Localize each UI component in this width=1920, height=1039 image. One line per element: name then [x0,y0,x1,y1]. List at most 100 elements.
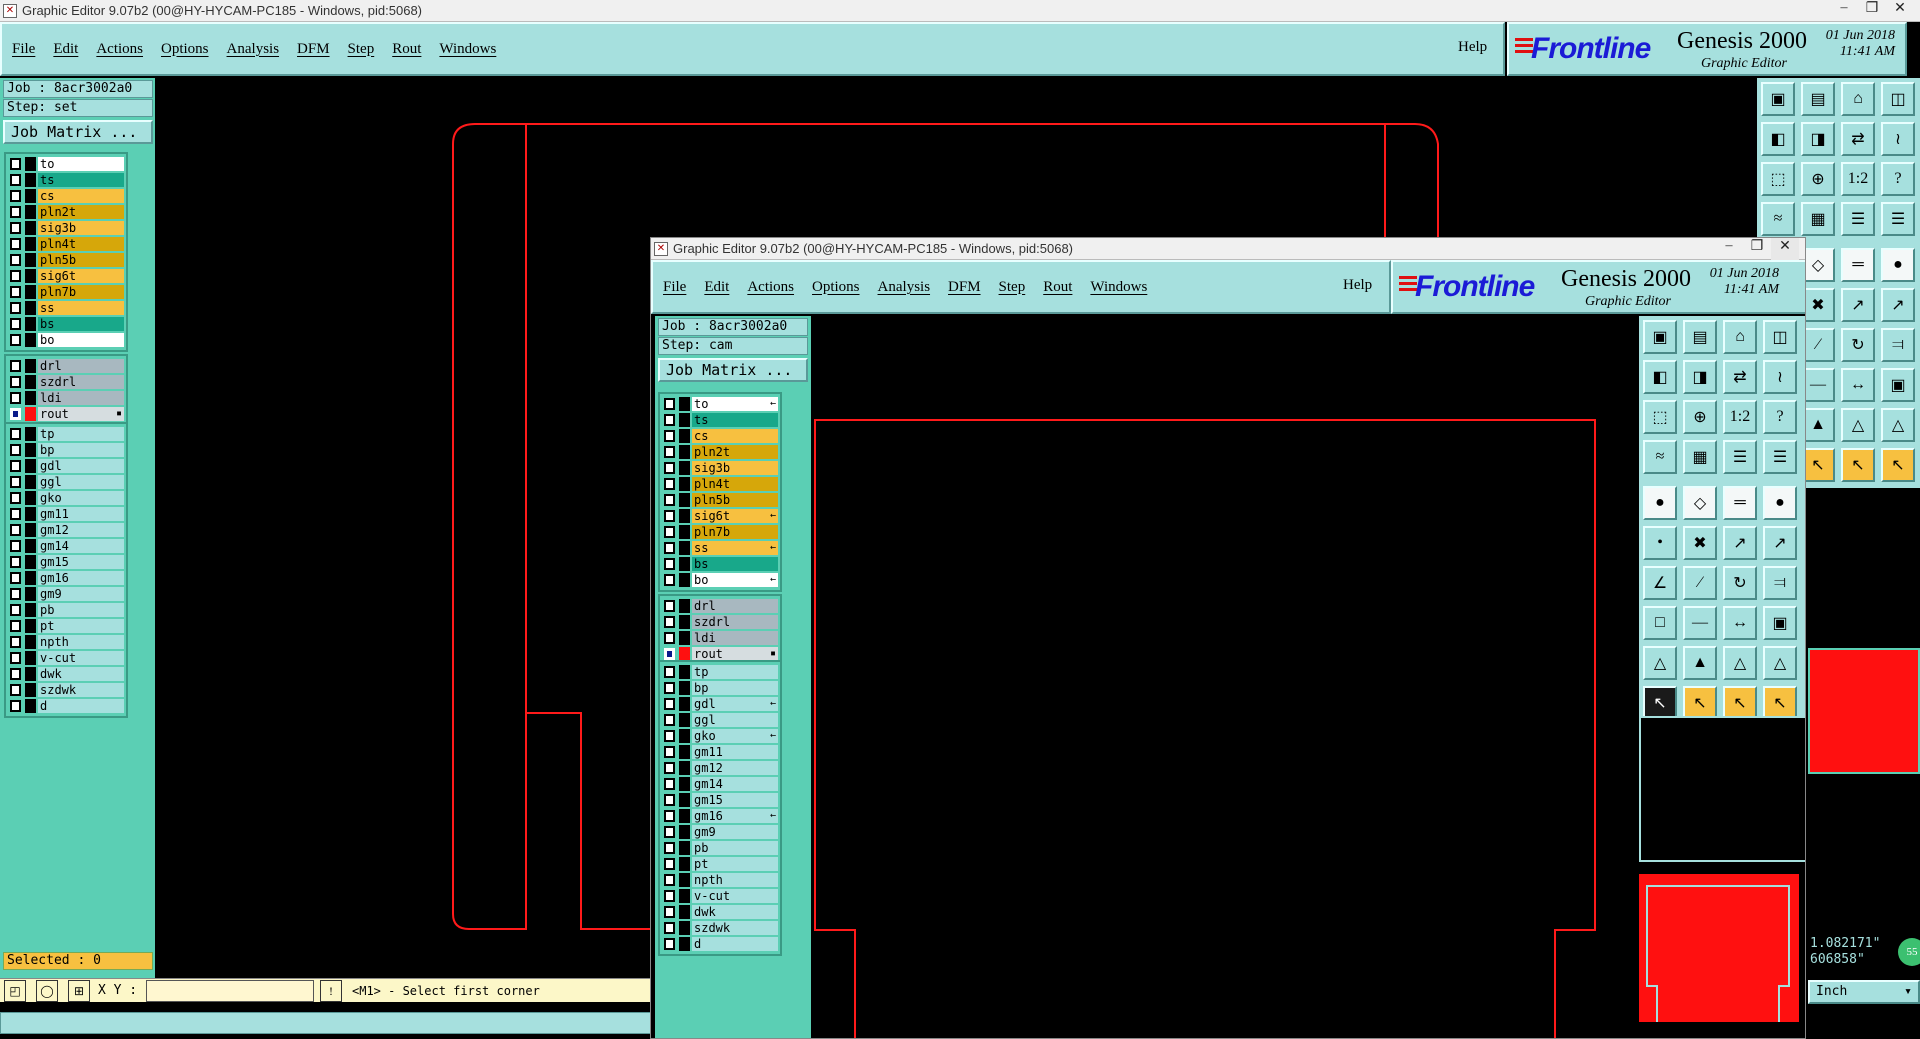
tri4-icon[interactable]: △ [1763,646,1797,680]
layer-checkbox[interactable] [10,302,22,314]
cross-icon[interactable]: ✖ [1683,526,1717,560]
layer-name[interactable]: ts [692,413,778,427]
line-node-icon[interactable]: ↗ [1841,288,1875,322]
layer-checkbox[interactable] [664,826,676,838]
menu-rout[interactable]: Rout [1043,279,1072,296]
layer-name[interactable]: ss [38,301,124,315]
layer-name[interactable]: gm9 [38,587,124,601]
layer-checkbox[interactable] [664,746,676,758]
layer-name[interactable]: cs [38,189,124,203]
layer-name[interactable]: cs [692,429,778,443]
layer-name[interactable]: v-cut [38,651,124,665]
rect-icon[interactable]: ▣ [1881,368,1915,402]
layer-checkbox[interactable] [664,574,676,586]
layers-a-icon[interactable]: ☰ [1841,202,1875,236]
layer-checkbox[interactable] [10,684,22,696]
layer-checkbox[interactable] [664,794,676,806]
line-node-icon[interactable]: ↗ [1723,526,1757,560]
layer-row[interactable]: ts [662,412,778,428]
fit-icon[interactable]: ⬚ [1761,162,1795,196]
layer-name[interactable]: gm14 [692,777,778,791]
minimize-icon[interactable]: – [1715,238,1743,260]
layer-row[interactable]: ldi [662,630,778,646]
layer-row[interactable]: drl [662,598,778,614]
layer-checkbox[interactable] [664,874,676,886]
layer-row[interactable]: npth [8,634,124,650]
line-icon[interactable]: ∠ [1643,566,1677,600]
measure2-icon[interactable]: ↔ [1841,368,1875,402]
layer-checkbox[interactable] [10,604,22,616]
layer-row[interactable]: d [8,698,124,714]
zoom-area-icon[interactable]: ◰ [4,980,26,1002]
layer-name[interactable]: to ← [692,397,778,411]
layer-checkbox[interactable] [10,206,22,218]
layer-name[interactable]: to [38,157,124,171]
layer-checkbox[interactable] [664,778,676,790]
layer-checkbox[interactable] [664,906,676,918]
front-help-menu[interactable]: Help [1343,277,1372,294]
layer-checkbox[interactable] [10,572,22,584]
menu-edit[interactable]: Edit [53,41,78,58]
layer-checkbox[interactable] [10,508,22,520]
layer-name[interactable]: sig3b [692,461,778,475]
layer-checkbox[interactable] [664,698,676,710]
layer-name[interactable]: rout ▪ [692,647,778,661]
cross-zoom-icon[interactable]: ◯ [36,980,58,1002]
layer-row[interactable]: gm16 ← [662,808,778,824]
layer-name[interactable]: sig6t ← [692,509,778,523]
layer-row[interactable]: pln7b [662,524,778,540]
layer-name[interactable]: ldi [38,391,124,405]
layer-row[interactable]: gm15 [662,792,778,808]
split-view-icon[interactable]: ◫ [1763,320,1797,354]
layer-name[interactable]: pb [692,841,778,855]
menu-dfm[interactable]: DFM [948,279,981,296]
restore-icon[interactable]: ❐ [1743,238,1771,260]
menu-options[interactable]: Options [161,41,209,58]
layer-row[interactable]: gko [8,490,124,506]
layer-checkbox[interactable] [664,414,676,426]
menu-actions[interactable]: Actions [747,279,794,296]
layer-row[interactable]: pln5b [662,492,778,508]
layer-checkbox[interactable] [10,620,22,632]
cross-icon[interactable]: ✖ [1801,288,1835,322]
layer-name[interactable]: pln7b [38,285,124,299]
diag-line-icon[interactable]: ∕ [1801,328,1835,362]
ruler-icon[interactable]: ═ [1841,248,1875,282]
layer-name[interactable]: szdwk [38,683,124,697]
layer-checkbox[interactable] [10,428,22,440]
layer-row[interactable]: gdl ← [662,696,778,712]
layer-row[interactable]: v-cut [8,650,124,666]
layer-name[interactable]: bp [38,443,124,457]
tri4-icon[interactable]: △ [1881,408,1915,442]
layer-name[interactable]: pln4t [38,237,124,251]
back-job-matrix-button[interactable]: Job Matrix ... [3,120,153,144]
layer-row[interactable]: pln7b [8,284,124,300]
layer-name[interactable]: gm16 ← [692,809,778,823]
layer-checkbox[interactable] [664,762,676,774]
measure-icon[interactable]: ≈ [1643,440,1677,474]
layer-row[interactable]: pln5b [8,252,124,268]
layer-checkbox[interactable] [10,158,22,170]
pan-left-icon[interactable]: ◧ [1761,122,1795,156]
layer-row[interactable]: bo ← [662,572,778,588]
layer-name[interactable]: gm12 [692,761,778,775]
layer-name[interactable]: rout ▪ [38,407,124,421]
zoom-home-icon[interactable]: ▣ [1643,320,1677,354]
pointer-icon[interactable]: ↖ [1643,686,1677,720]
layer-checkbox[interactable] [10,318,22,330]
pan-right-icon[interactable]: ◨ [1683,360,1717,394]
layer-name[interactable]: ggl [38,475,124,489]
layer-name[interactable]: szdwk [692,921,778,935]
layer-row[interactable]: tp [8,426,124,442]
layer-name[interactable]: pln2t [692,445,778,459]
rect-icon[interactable]: ▣ [1763,606,1797,640]
layer-row[interactable]: pln2t [662,444,778,460]
layer-checkbox[interactable] [664,922,676,934]
front-title-bar[interactable]: ✕ Graphic Editor 9.07b2 (00@HY-HYCAM-PC1… [651,238,1805,260]
layer-name[interactable]: tp [692,665,778,679]
arc-node-icon[interactable]: ↗ [1881,288,1915,322]
mirror-icon[interactable]: ⫤ [1881,328,1915,362]
layer-row[interactable]: cs [662,428,778,444]
back-title-bar[interactable]: ✕ Graphic Editor 9.07b2 (00@HY-HYCAM-PC1… [0,0,1920,22]
layer-name[interactable]: bo ← [692,573,778,587]
